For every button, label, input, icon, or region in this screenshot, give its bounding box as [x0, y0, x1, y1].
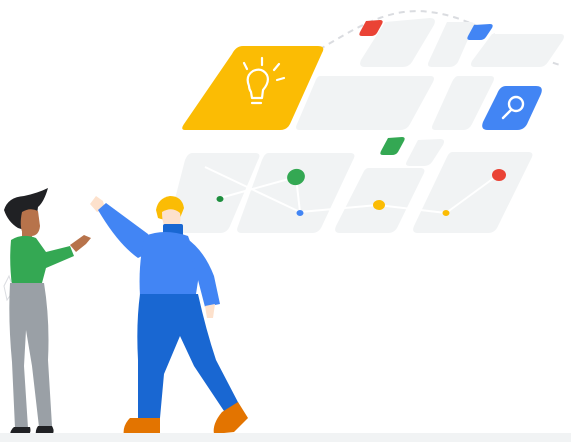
illustration [0, 0, 571, 442]
illustration-art [3, 10, 564, 436]
node-red [492, 169, 506, 181]
tile-mid-1 [296, 76, 434, 130]
tile-small [406, 139, 444, 166]
search-tile [482, 86, 542, 130]
node-blue [296, 210, 304, 216]
person-left [3, 188, 91, 436]
tile-top-3 [471, 34, 564, 67]
tile-top-2 [428, 22, 474, 67]
green-chip [380, 137, 405, 155]
node-yellow-2 [442, 210, 450, 216]
bottom-bar [0, 433, 571, 442]
node-green-small [216, 196, 224, 202]
node-yellow-1 [373, 200, 385, 210]
